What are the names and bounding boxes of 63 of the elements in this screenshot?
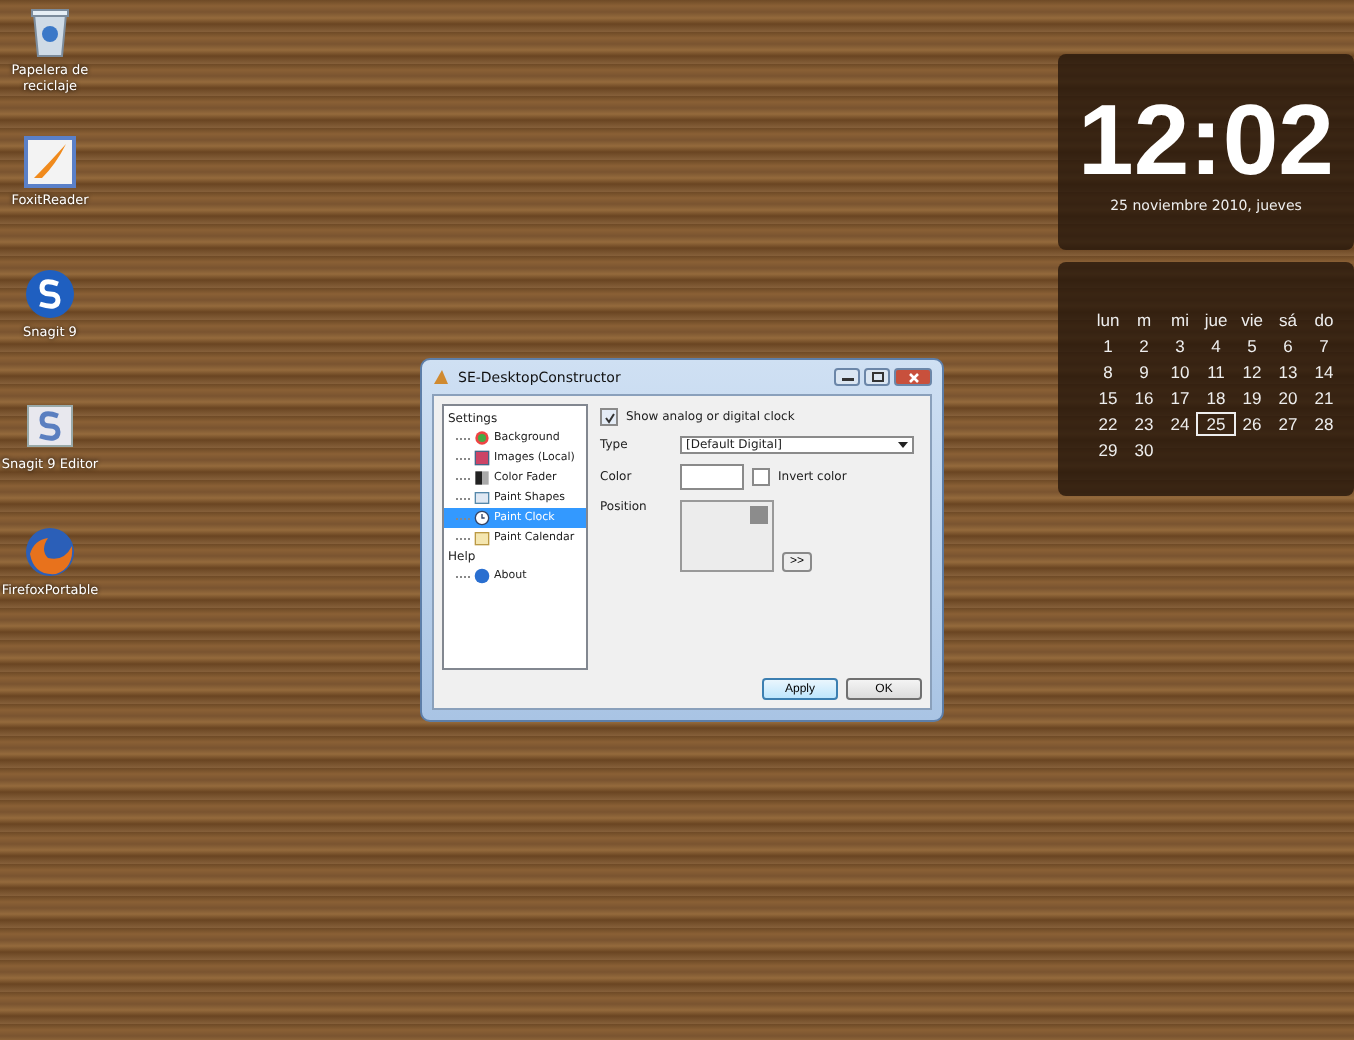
color-field[interactable] [680, 464, 744, 490]
calendar-day: 21 [1306, 387, 1342, 407]
calendar-day: 2 [1126, 335, 1162, 355]
minimize-button[interactable] [834, 368, 860, 386]
color-icon [474, 430, 490, 446]
clock-time: 12:02 [1078, 90, 1334, 190]
calendar-day: 19 [1234, 387, 1270, 407]
calendar-day: 6 [1270, 335, 1306, 355]
calendar-day: 16 [1126, 387, 1162, 407]
calendar-day: 20 [1270, 387, 1306, 407]
calendar-day: 8 [1090, 361, 1126, 381]
weekday-label: sá [1277, 309, 1299, 329]
weekday-label: do [1312, 309, 1336, 329]
calendar-day: 25 [1198, 413, 1234, 433]
calendar-day: 12 [1234, 361, 1270, 381]
document-icon [24, 136, 76, 188]
calendar-day: 10 [1162, 361, 1198, 381]
calendar-day: 26 [1234, 413, 1270, 433]
checkbox[interactable] [752, 468, 770, 486]
s-logo-icon [24, 400, 76, 452]
image-icon [474, 450, 490, 466]
help-icon [474, 568, 490, 584]
s-logo-icon [24, 268, 76, 320]
maximize-button[interactable] [864, 368, 890, 386]
calendar-day: 9 [1126, 361, 1162, 381]
weekday-label: mi [1169, 309, 1191, 329]
calendar-day: 11 [1198, 361, 1234, 381]
calendar-day: 1 [1090, 335, 1126, 355]
maximize-icon [871, 372, 883, 382]
weekday-label: m [1134, 309, 1154, 329]
shapes-icon [474, 490, 490, 506]
calendar-day: 30 [1126, 439, 1162, 459]
calendar-day: 18 [1198, 387, 1234, 407]
globe-fox-icon [24, 526, 76, 578]
calendar-day: 24 [1162, 413, 1198, 433]
position-handle[interactable] [750, 506, 768, 524]
calendar-day: 15 [1090, 387, 1126, 407]
minimize-icon [841, 373, 853, 381]
recycle-bin-icon [28, 6, 72, 58]
calendar-day: 29 [1090, 439, 1126, 459]
calendar-day: 7 [1306, 335, 1342, 355]
dropdown-arrow-icon [898, 442, 908, 448]
position-preview[interactable] [680, 500, 774, 572]
weekday-label: jue [1202, 309, 1230, 329]
checkbox[interactable] [600, 408, 618, 426]
calendar-day: 28 [1306, 413, 1342, 433]
app-icon [432, 368, 450, 386]
weekday-label: lun [1094, 309, 1122, 329]
close-button[interactable] [894, 368, 932, 386]
calendar-day: 17 [1162, 387, 1198, 407]
calendar-icon [474, 530, 490, 546]
calendar-day: 3 [1162, 335, 1198, 355]
clock-icon [474, 510, 490, 526]
calendar-day: 5 [1234, 335, 1270, 355]
close-icon [907, 371, 919, 383]
calendar-day: 13 [1270, 361, 1306, 381]
calendar-day: 14 [1306, 361, 1342, 381]
weekday-label: vie [1239, 309, 1265, 329]
calendar-day: 4 [1198, 335, 1234, 355]
calendar-day: 22 [1090, 413, 1126, 433]
calendar-day: 27 [1270, 413, 1306, 433]
calendar-day: 23 [1126, 413, 1162, 433]
fader-icon [474, 470, 490, 486]
